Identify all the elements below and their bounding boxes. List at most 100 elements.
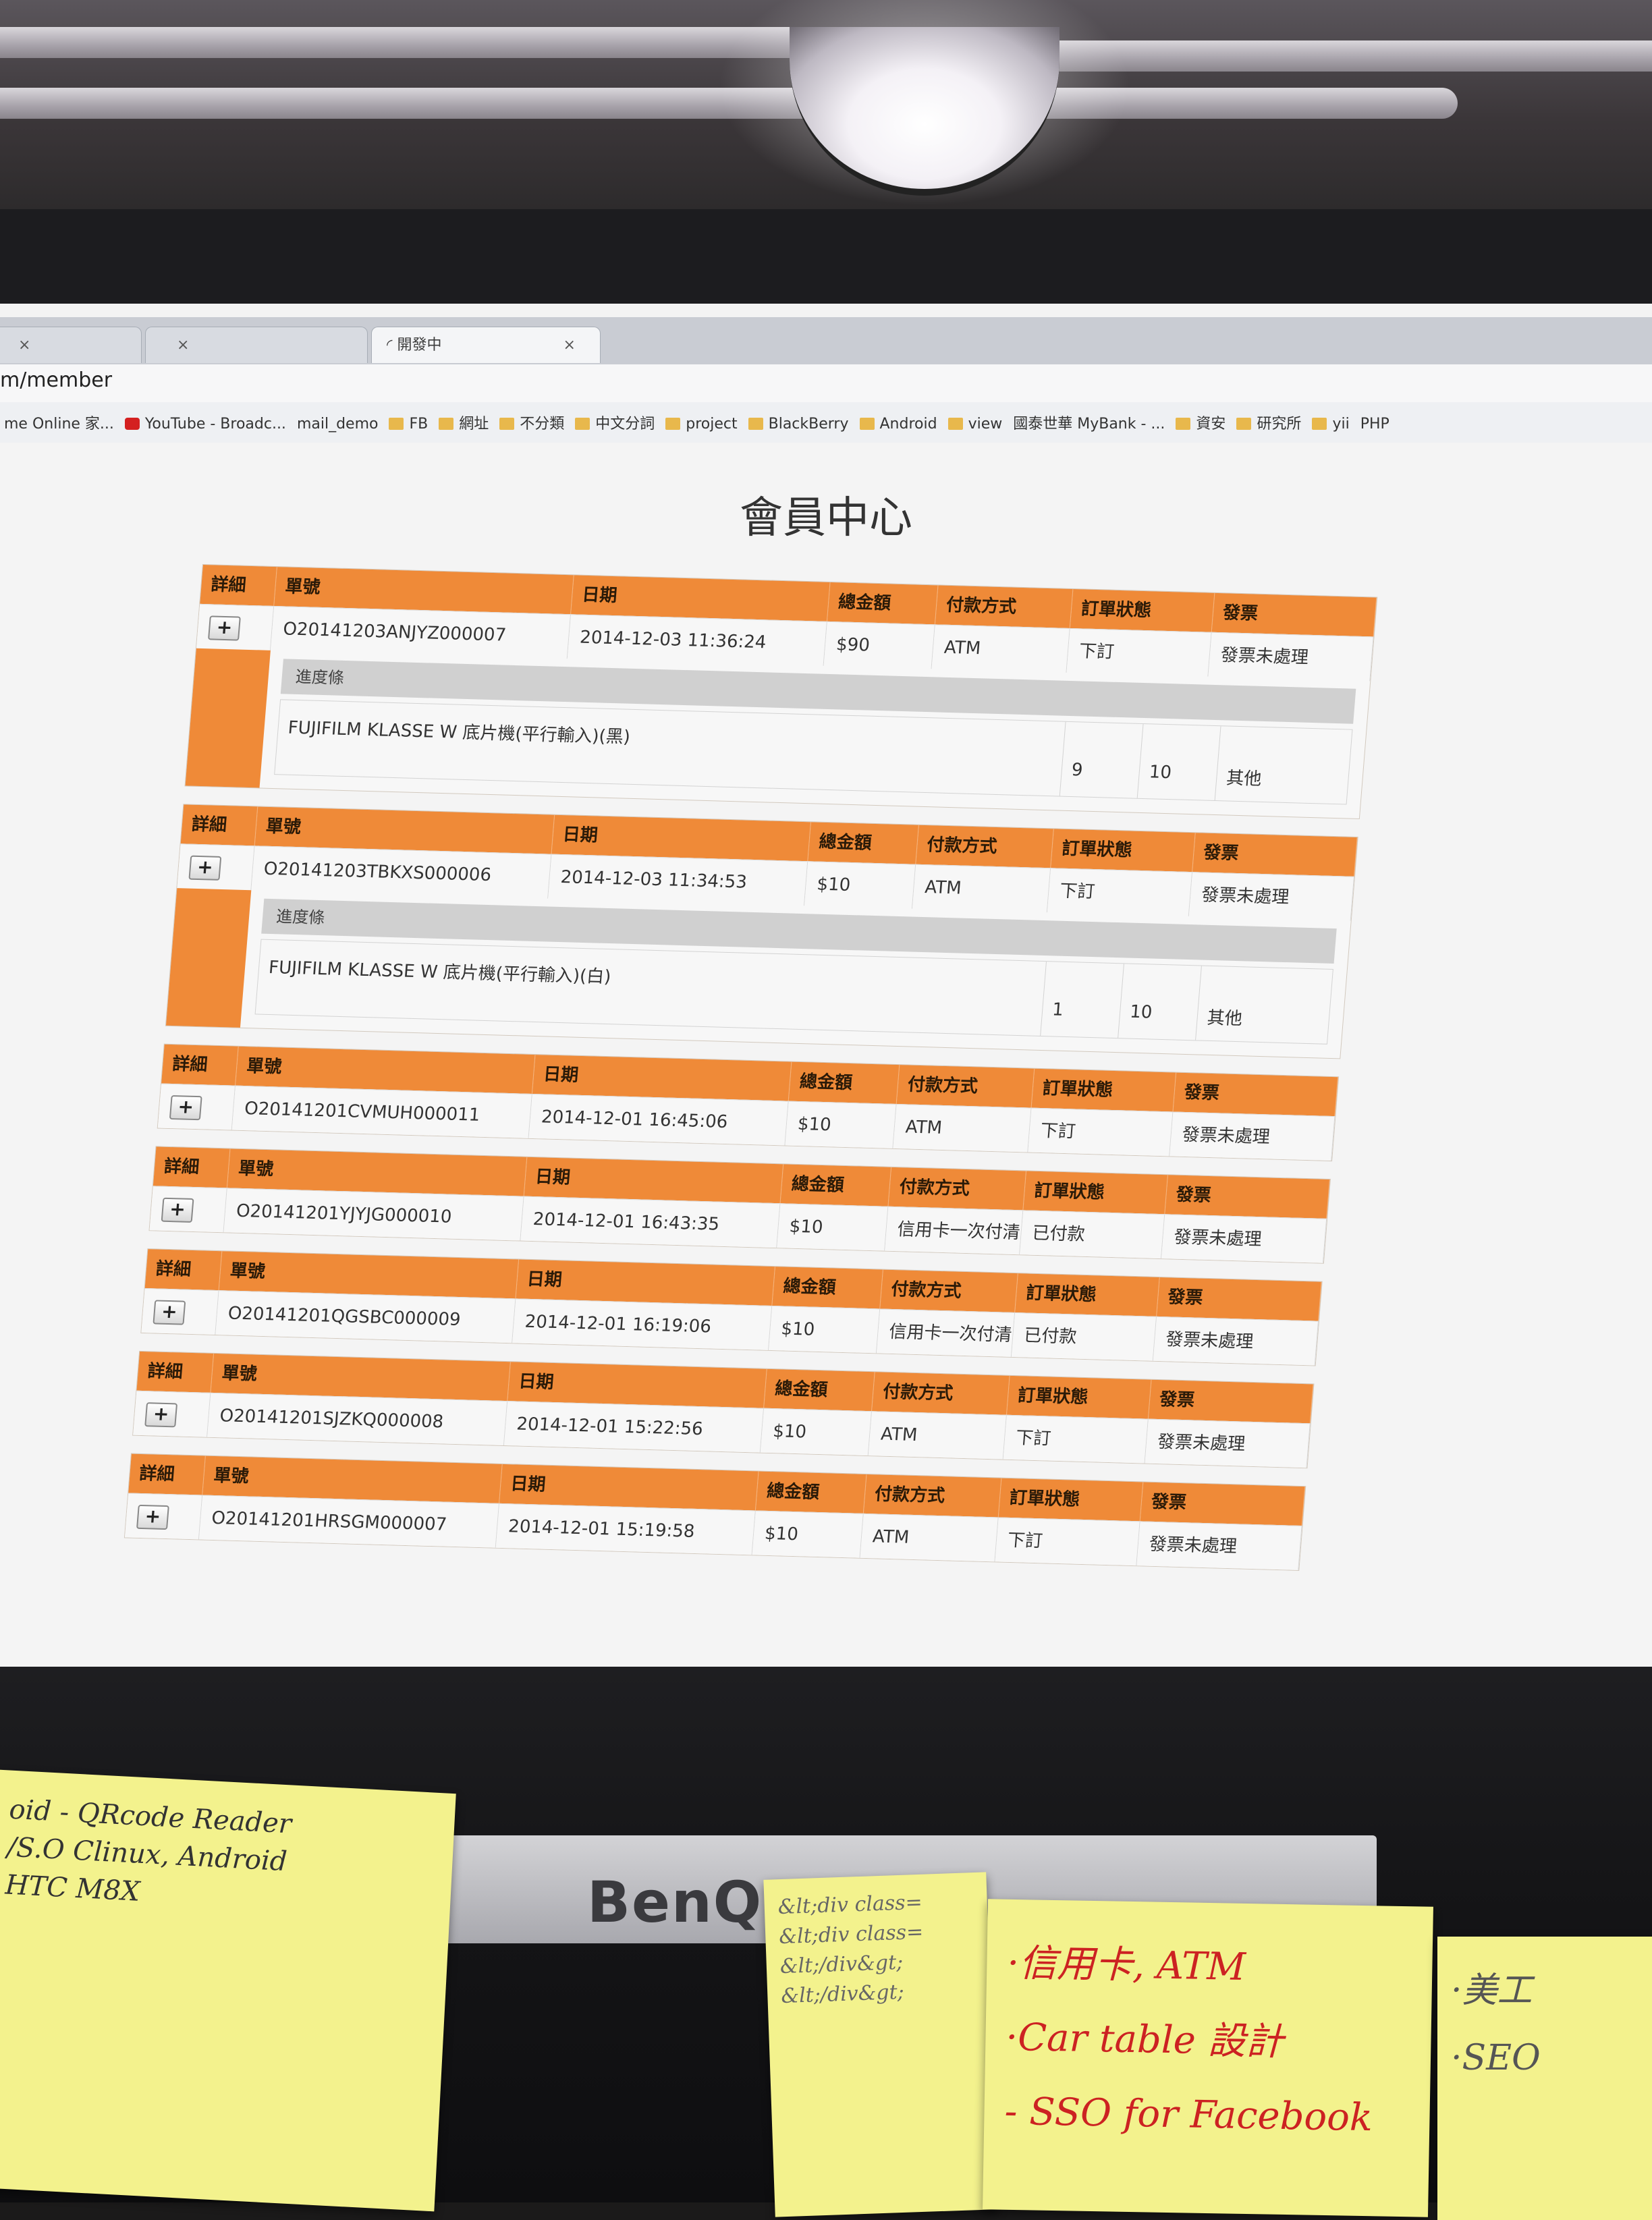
column-header-payment: 付款方式	[863, 1474, 1002, 1518]
sticky-note: &lt;div class= &lt;div class= &lt;/div&gt;…	[763, 1872, 998, 2217]
column-header-payment: 付款方式	[888, 1167, 1027, 1211]
ceiling-background	[0, 0, 1652, 216]
expand-button[interactable]: +	[208, 615, 241, 641]
column-header-detail: 詳細	[180, 804, 258, 846]
column-header-detail: 詳細	[200, 565, 277, 606]
folder-icon	[499, 418, 515, 430]
browser-tab[interactable]: ×	[0, 327, 142, 363]
close-tab-icon[interactable]: ×	[18, 337, 30, 354]
expand-cell: +	[124, 1493, 203, 1540]
sticky-note-line: ·美工	[1451, 1970, 1533, 2011]
column-header-status: 訂單狀態	[998, 1478, 1144, 1522]
bookmark-item[interactable]: BlackBerry	[748, 416, 849, 433]
order-invoice: 發票未處理	[1208, 632, 1374, 682]
product-name: FUJIFILM KLASSE W 底片機(平行輸入)(白)	[267, 958, 612, 988]
address-bar[interactable]: m/member	[0, 364, 1652, 403]
order-date: 2014-12-01 16:45:06	[528, 1093, 789, 1146]
bookmark-label: 網址	[459, 416, 489, 433]
folder-icon	[575, 418, 590, 430]
order-status: 已付款	[1011, 1312, 1157, 1361]
order-table: 詳細 單號 日期 總金額 付款方式 訂單狀態 發票 + O20141201YJYJG000010…	[148, 1146, 1331, 1264]
order-date: 2014-12-01 15:22:56	[503, 1401, 765, 1453]
sticky-note-text: oid - QRcode Reader/S.O Clinux, Android H…	[0, 1770, 456, 1947]
order-table: 詳細 單號 日期 總金額 付款方式 訂單狀態 發票 + O20141203TBKXS000006…	[165, 804, 1358, 1059]
column-header-date: 日期	[507, 1362, 767, 1408]
expand-cell: +	[149, 1186, 227, 1233]
bookmark-label: YouTube - Broadc...	[144, 416, 286, 433]
bookmark-item[interactable]: 國泰世華 MyBank - ...	[1013, 412, 1165, 433]
url-text[interactable]: m/member	[0, 368, 112, 392]
column-header-status: 訂單狀態	[1031, 1068, 1177, 1112]
browser-tab[interactable]: ×	[145, 327, 368, 363]
column-header-invoice: 發票	[1148, 1379, 1314, 1424]
folder-icon	[748, 418, 763, 430]
column-header-invoice: 發票	[1157, 1277, 1322, 1321]
order-total: $10	[804, 861, 916, 909]
order-payment: ATM	[860, 1513, 999, 1562]
bookmark-item[interactable]: 網址	[439, 412, 489, 433]
close-tab-icon[interactable]: ×	[177, 337, 189, 354]
bookmark-item[interactable]: 中文分詞	[575, 412, 655, 433]
order-payment: ATM	[868, 1411, 1007, 1460]
order-table: 詳細 單號 日期 總金額 付款方式 訂單狀態 發票 + O20141201QGSBC000009…	[140, 1248, 1323, 1366]
column-header-payment: 付款方式	[935, 585, 1074, 628]
bookmark-item[interactable]: FB	[389, 416, 428, 433]
close-tab-icon[interactable]: ×	[563, 337, 576, 354]
order-table: 詳細 單號 日期 總金額 付款方式 訂單狀態 發票 + O20141201CVMUH000011…	[157, 1043, 1340, 1162]
order-status: 下訂	[1066, 628, 1212, 677]
monitor-screen: × × ◜ 開發中 × m/member me Online 家... YouTub…	[0, 304, 1652, 1673]
order-status: 已付款	[1020, 1210, 1165, 1259]
bookmark-label: me Online 家...	[4, 416, 114, 433]
order-status: 下訂	[1047, 868, 1193, 917]
column-header-date: 日期	[524, 1157, 784, 1204]
expand-button[interactable]: +	[136, 1504, 169, 1530]
bookmark-item[interactable]: project	[665, 416, 738, 433]
bookmark-item[interactable]: YouTube - Broadc...	[124, 416, 286, 433]
browser-tab-active[interactable]: ◜ 開發中 ×	[371, 327, 601, 363]
expand-button[interactable]: +	[144, 1402, 178, 1427]
order-order-no: O20141203TBKXS000006	[251, 845, 552, 899]
page-title: 會員中心	[740, 493, 912, 543]
order-date: 2014-12-01 16:43:35	[520, 1196, 781, 1248]
bookmark-item[interactable]: Android	[859, 416, 937, 433]
column-header-total: 總金額	[808, 822, 919, 864]
folder-icon	[947, 418, 963, 430]
bookmark-label: FB	[409, 416, 429, 433]
bookmark-item[interactable]: yii	[1312, 416, 1350, 433]
bookmark-item[interactable]: 資安	[1176, 412, 1226, 433]
column-header-status: 訂單狀態	[1015, 1273, 1160, 1316]
product-note: 其他	[1214, 726, 1352, 804]
expand-button[interactable]: +	[188, 855, 222, 881]
member-page: 會員中心 詳細 單號 日期 總金額 付款方式 訂單狀態 發票 + O20141203ANJYZ0…	[0, 443, 1652, 1673]
bookmark-item[interactable]: PHP	[1360, 416, 1389, 433]
column-header-payment: 付款方式	[880, 1269, 1018, 1313]
order-order-no: O20141201HRSGM000007	[198, 1495, 500, 1548]
folder-icon	[859, 418, 875, 430]
sticky-note-line: ·SEO	[1451, 2038, 1541, 2078]
bookmark-item[interactable]: 不分類	[499, 412, 564, 433]
bookmark-item[interactable]: mail_demo	[297, 416, 379, 433]
column-header-invoice: 發票	[1165, 1175, 1330, 1219]
bookmark-label: yii	[1332, 416, 1350, 433]
order-status: 下訂	[1028, 1107, 1174, 1157]
order-total: $10	[777, 1203, 889, 1251]
bookmark-label: BlackBerry	[768, 416, 849, 433]
order-date: 2014-12-03 11:36:24	[567, 614, 827, 666]
expand-cell: +	[141, 1288, 219, 1335]
bookmark-item[interactable]: 研究所	[1236, 412, 1301, 433]
detail-side-bar	[165, 888, 252, 1028]
order-total: $90	[823, 621, 935, 669]
order-date: 2014-12-01 16:19:06	[512, 1298, 773, 1350]
folder-icon	[1236, 418, 1252, 430]
column-header-payment: 付款方式	[872, 1372, 1010, 1415]
column-header-payment: 付款方式	[916, 825, 1054, 868]
bookmark-item[interactable]: me Online 家...	[4, 412, 114, 433]
bookmark-item[interactable]: view	[947, 416, 1003, 433]
bookmark-label: view	[968, 416, 1003, 433]
sticky-note-text: ·信用卡, ATM ·Car table 設計 - SSO for Facebook	[983, 1899, 1433, 2183]
product-name: FUJIFILM KLASSE W 底片機(平行輸入)(黑)	[287, 717, 632, 748]
expand-button[interactable]: +	[153, 1299, 186, 1325]
expand-button[interactable]: +	[169, 1094, 202, 1120]
expand-button[interactable]: +	[161, 1197, 194, 1223]
column-header-status: 訂單狀態	[1006, 1375, 1152, 1419]
